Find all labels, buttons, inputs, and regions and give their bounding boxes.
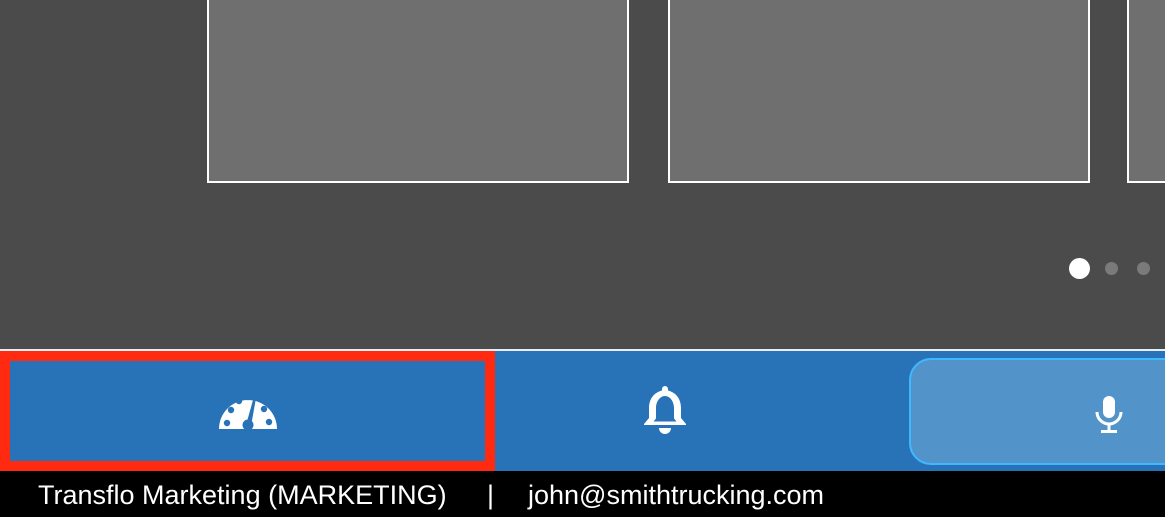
nav-voice-button[interactable] (909, 358, 1165, 465)
app-screen: Transflo Marketing (MARKETING) | john@sm… (0, 0, 1165, 517)
speedometer-icon (217, 385, 279, 438)
bottom-nav-bar (0, 349, 1165, 471)
carousel-tile-1[interactable] (207, 0, 629, 183)
carousel-tile-2[interactable] (668, 0, 1090, 183)
microphone-icon (1093, 394, 1125, 439)
status-separator: | (487, 480, 495, 510)
user-email-label: john@smithtrucking.com (528, 480, 825, 510)
organization-label: Transflo Marketing (MARKETING) (38, 480, 447, 510)
nav-dashboard-button[interactable] (0, 351, 495, 471)
nav-alerts-button[interactable] (495, 351, 835, 471)
page-dot[interactable] (1137, 262, 1150, 275)
page-dot-active[interactable] (1069, 258, 1090, 279)
status-bar: Transflo Marketing (MARKETING) | john@sm… (0, 471, 1165, 517)
page-dot[interactable] (1105, 262, 1118, 275)
bell-icon (641, 383, 689, 440)
carousel-tile-3[interactable] (1127, 0, 1165, 183)
